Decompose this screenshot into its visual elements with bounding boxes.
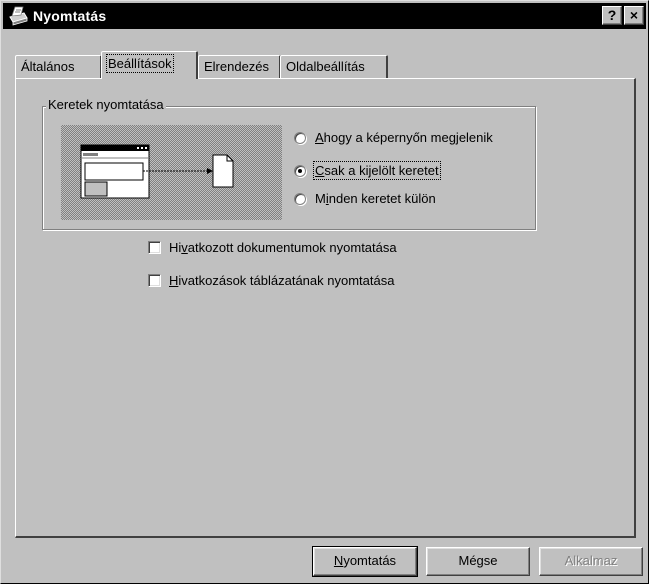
- radio-button[interactable]: [294, 164, 306, 177]
- radio-button[interactable]: [294, 192, 306, 205]
- tab-general[interactable]: Általános: [15, 55, 102, 79]
- radio-label: Ahogy a képernyőn megjelenik: [315, 130, 493, 145]
- tab-page-setup[interactable]: Oldalbeállítás: [280, 55, 388, 79]
- print-button[interactable]: Nyomtatás: [312, 546, 418, 577]
- title-bar[interactable]: Nyomtatás ? ×: [3, 3, 646, 29]
- radio-label: Minden keretet külön: [315, 191, 436, 206]
- tab-layout[interactable]: Elrendezés: [198, 55, 281, 79]
- radio-selected-frame-only[interactable]: Csak a kijelölt keretet: [294, 161, 441, 180]
- radio-label: Csak a kijelölt keretet: [313, 161, 441, 180]
- checkbox[interactable]: [148, 274, 161, 287]
- apply-button-label: Alkalmaz: [564, 553, 618, 568]
- tab-label: Elrendezés: [204, 59, 270, 74]
- close-button[interactable]: ×: [624, 6, 644, 25]
- radio-as-on-screen[interactable]: Ahogy a képernyőn megjelenik: [294, 130, 493, 145]
- checkbox-print-linked-documents[interactable]: Hivatkozott dokumentumok nyomtatása: [148, 240, 397, 255]
- frames-preview-illustration: [61, 125, 282, 220]
- checkbox-print-link-table[interactable]: Hivatkozások táblázatának nyomtatása: [148, 273, 394, 288]
- print-button-label: Nyomtatás: [333, 553, 397, 568]
- tab-label: Beállítások: [106, 54, 174, 73]
- cancel-button[interactable]: Mégse: [426, 547, 530, 576]
- checkbox-label: Hivatkozott dokumentumok nyomtatása: [169, 240, 397, 255]
- apply-button[interactable]: Alkalmaz: [539, 547, 643, 576]
- checkbox[interactable]: [148, 241, 161, 254]
- print-dialog: Nyomtatás ? × Általános Beállítások Elre…: [0, 0, 649, 584]
- frames-group-legend: Keretek nyomtatása: [46, 97, 166, 112]
- tab-settings[interactable]: Beállítások: [101, 51, 198, 79]
- tab-label: Oldalbeállítás: [286, 59, 365, 74]
- printer-icon: [9, 6, 28, 26]
- window-title: Nyomtatás: [33, 8, 107, 24]
- checkbox-label: Hivatkozások táblázatának nyomtatása: [169, 273, 395, 288]
- radio-each-frame-separately[interactable]: Minden keretet külön: [294, 191, 436, 206]
- help-button[interactable]: ?: [602, 6, 622, 25]
- frames-preview-icon: [80, 144, 234, 199]
- tab-label: Általános: [21, 59, 75, 74]
- tab-panel-settings: Keretek nyomtatása Ahogy a képernyőn meg…: [15, 78, 636, 538]
- radio-button[interactable]: [294, 131, 306, 144]
- cancel-button-label: Mégse: [458, 553, 498, 568]
